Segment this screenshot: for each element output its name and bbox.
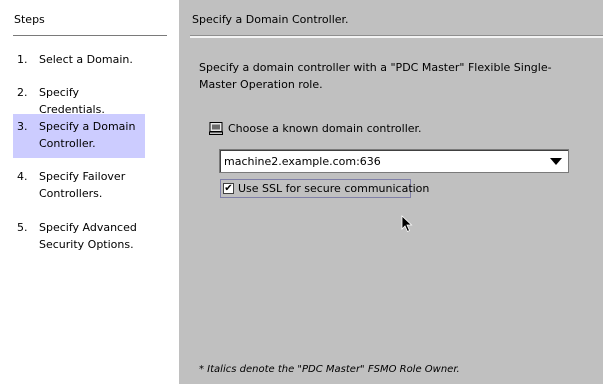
steps-title: Steps: [14, 13, 45, 26]
description-text: Specify a domain controller with a "PDC …: [199, 61, 552, 91]
step-select-domain[interactable]: 1. Select a Domain.: [13, 51, 145, 69]
step-label: Select a Domain.: [39, 53, 133, 66]
steps-divider: [13, 35, 167, 36]
choose-known-controller-label: Choose a known domain controller.: [228, 122, 422, 135]
step-number: 3.: [17, 120, 28, 133]
step-number: 2.: [17, 86, 28, 99]
mouse-pointer-icon: [401, 215, 413, 233]
step-number: 5.: [17, 221, 28, 234]
use-ssl-option[interactable]: ✔ Use SSL for secure communication: [220, 179, 429, 198]
steps-panel: Steps 1. Select a Domain. 2. Specify Cre…: [0, 0, 179, 384]
step-label: Specify a Domain Controller.: [39, 120, 136, 150]
step-number: 1.: [17, 53, 28, 66]
computer-icon: [209, 122, 223, 135]
use-ssl-checkbox[interactable]: ✔: [223, 183, 234, 194]
domain-controller-dropdown[interactable]: machine2.example.com:636: [219, 149, 569, 173]
step-label: Specify Advanced Security Options.: [39, 221, 137, 251]
page-title: Specify a Domain Controller.: [192, 13, 349, 26]
footnote-text: * Italics denote the "PDC Master" FSMO R…: [199, 364, 460, 375]
step-specify-credentials[interactable]: 2. Specify Credentials.: [13, 84, 145, 116]
step-specify-failover-controllers[interactable]: 4. Specify Failover Controllers.: [13, 168, 145, 204]
content-panel: Specify a Domain Controller. Specify a d…: [179, 0, 603, 384]
chevron-down-icon[interactable]: [550, 158, 562, 165]
title-divider: [190, 35, 603, 38]
step-specify-advanced-security[interactable]: 5. Specify Advanced Security Options.: [13, 219, 145, 255]
dropdown-selected-value: machine2.example.com:636: [224, 155, 381, 168]
step-label: Specify Credentials.: [39, 86, 105, 116]
step-number: 4.: [17, 170, 28, 183]
use-ssl-label: Use SSL for secure communication: [238, 182, 430, 195]
step-label: Specify Failover Controllers.: [39, 170, 126, 200]
step-specify-domain-controller[interactable]: 3. Specify a Domain Controller.: [13, 114, 145, 158]
